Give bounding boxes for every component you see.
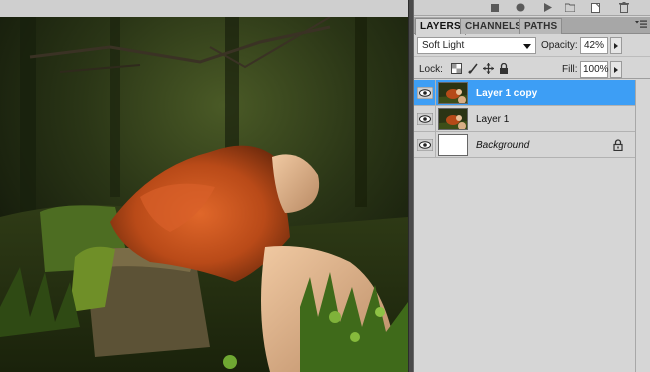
fill-input[interactable]: 100% xyxy=(580,61,609,78)
tab-paths[interactable]: PATHS xyxy=(519,18,563,34)
layers-panel: LAYERS CHANNELS PATHS Soft Light Opacity… xyxy=(414,0,650,372)
chevron-right-icon xyxy=(614,43,618,49)
lock-image-pixels-icon[interactable] xyxy=(468,63,479,74)
layer-row-layer-1-copy[interactable]: Layer 1 copy xyxy=(414,80,635,106)
eye-icon[interactable] xyxy=(416,86,434,100)
layers-scrollbar[interactable] xyxy=(635,80,650,372)
eye-separator xyxy=(435,132,436,158)
eye-icon[interactable] xyxy=(416,138,434,152)
opacity-slider-button[interactable] xyxy=(610,37,622,54)
layer-row-background[interactable]: Background xyxy=(414,132,635,158)
lock-row: Lock: Fill: 100% xyxy=(414,56,650,79)
layer-name[interactable]: Layer 1 xyxy=(476,114,509,125)
layer-thumbnail xyxy=(438,82,468,104)
layer-row-layer-1[interactable]: Layer 1 xyxy=(414,106,635,132)
lock-all-icon[interactable] xyxy=(499,62,510,74)
canvas-top-strip xyxy=(0,0,408,17)
tab-channels[interactable]: CHANNELS xyxy=(460,18,528,34)
stop-icon[interactable] xyxy=(489,2,501,13)
document-canvas[interactable] xyxy=(0,17,408,372)
new-action-icon[interactable] xyxy=(590,2,602,13)
fill-slider-button[interactable] xyxy=(610,61,622,78)
trash-icon[interactable] xyxy=(618,2,630,13)
play-icon[interactable] xyxy=(541,2,553,13)
layer-name[interactable]: Background xyxy=(476,140,529,151)
eye-separator xyxy=(435,80,436,106)
layer-list: Layer 1 copy Layer 1 Background xyxy=(414,80,635,158)
fill-value: 100% xyxy=(583,64,609,75)
opacity-label: Opacity: xyxy=(541,40,578,51)
new-set-icon[interactable] xyxy=(564,2,576,13)
lock-position-icon[interactable] xyxy=(483,63,494,74)
panel-menu-icon[interactable] xyxy=(635,20,647,30)
layer-thumbnail xyxy=(438,134,468,156)
opacity-input[interactable]: 42% xyxy=(580,37,608,54)
chevron-down-icon xyxy=(523,44,531,49)
panel-tabs: LAYERS CHANNELS PATHS xyxy=(414,17,650,35)
fill-label: Fill: xyxy=(562,64,578,75)
chevron-right-icon xyxy=(614,67,618,73)
blend-mode-select[interactable]: Soft Light xyxy=(417,37,536,54)
canvas-photo xyxy=(0,17,408,372)
lock-icon xyxy=(613,139,623,152)
record-icon[interactable] xyxy=(514,2,526,13)
layer-name[interactable]: Layer 1 copy xyxy=(476,88,537,99)
tab-layers[interactable]: LAYERS xyxy=(415,18,466,35)
opacity-value: 42% xyxy=(584,40,605,51)
blend-row: Soft Light Opacity: 42% xyxy=(414,35,650,56)
blend-mode-value: Soft Light xyxy=(422,40,465,51)
lock-transparent-pixels-icon[interactable] xyxy=(451,63,462,74)
actions-toolbar xyxy=(414,0,650,16)
layer-thumbnail xyxy=(438,108,468,130)
lock-label: Lock: xyxy=(419,64,443,75)
eye-separator xyxy=(435,106,436,132)
eye-icon[interactable] xyxy=(416,112,434,126)
